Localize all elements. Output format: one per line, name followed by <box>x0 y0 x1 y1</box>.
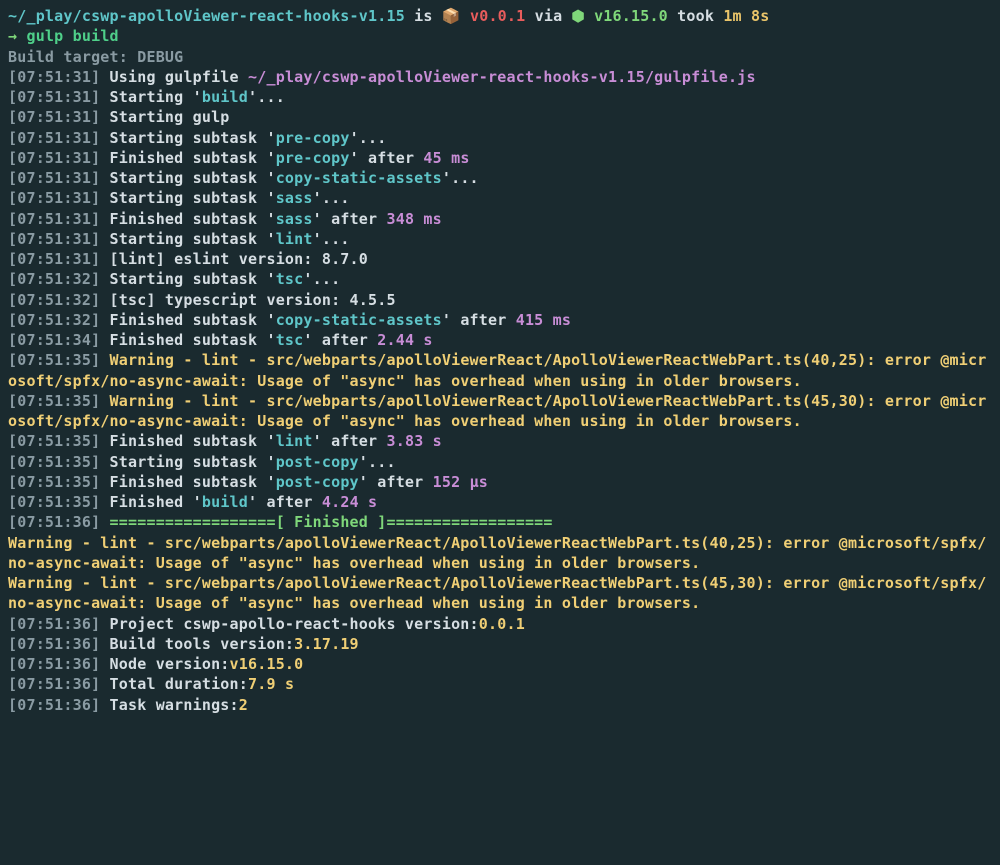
log-line: [07:51:31] Starting subtask 'copy-static… <box>8 168 992 188</box>
task-name: lint <box>276 432 313 450</box>
prompt-duration: 1m 8s <box>723 7 769 25</box>
node-version: v16.15.0 <box>594 7 668 25</box>
summary-value: 2 <box>239 696 248 714</box>
warning-line: [07:51:35] Warning - lint - src/webparts… <box>8 350 992 391</box>
timestamp: [07:51:32] <box>8 291 100 309</box>
prompt-path: ~/_play/cswp-apolloViewer-react-hooks-v1… <box>8 7 405 25</box>
task-name: pre-copy <box>276 149 350 167</box>
timestamp: [07:51:31] <box>8 88 100 106</box>
log-line: [07:51:31] Finished subtask 'sass' after… <box>8 209 992 229</box>
gulpfile-path: ~/_play/cswp-apolloViewer-react-hooks-v1… <box>248 68 756 86</box>
duration: 3.83 s <box>387 432 442 450</box>
prompt-line: ~/_play/cswp-apolloViewer-react-hooks-v1… <box>8 6 992 26</box>
log-line: [07:51:31] Starting 'build'... <box>8 87 992 107</box>
task-name: pre-copy <box>276 129 350 147</box>
terminal-output: ~/_play/cswp-apolloViewer-react-hooks-v1… <box>8 6 992 715</box>
log-line: [07:51:32] [tsc] typescript version: 4.5… <box>8 290 992 310</box>
timestamp: [07:51:36] <box>8 615 100 633</box>
timestamp: [07:51:34] <box>8 331 100 349</box>
task-name: build <box>202 88 248 106</box>
summary-value: 3.17.19 <box>294 635 359 653</box>
task-name: copy-static-assets <box>276 311 442 329</box>
log-line: [07:51:31] Starting subtask 'sass'... <box>8 188 992 208</box>
log-line: [07:51:35] Finished 'build' after 4.24 s <box>8 492 992 512</box>
gulp-log: [07:51:31] Using gulpfile ~/_play/cswp-a… <box>8 67 992 351</box>
timestamp: [07:51:31] <box>8 129 100 147</box>
duration: 415 ms <box>516 311 571 329</box>
command-text: gulp build <box>26 27 118 45</box>
timestamp: [07:51:32] <box>8 311 100 329</box>
summary-line: [07:51:36] Node version:v16.15.0 <box>8 654 992 674</box>
log-line: [07:51:35] Starting subtask 'post-copy'.… <box>8 452 992 472</box>
log-line: [07:51:32] Starting subtask 'tsc'... <box>8 269 992 289</box>
summary-line: [07:51:36] Total duration:7.9 s <box>8 674 992 694</box>
final-warning: Warning - lint - src/webparts/apolloView… <box>8 533 992 574</box>
task-name: post-copy <box>276 453 359 471</box>
package-version: v0.0.1 <box>470 7 525 25</box>
timestamp: [07:51:36] <box>8 655 100 673</box>
log-line: [07:51:31] Using gulpfile ~/_play/cswp-a… <box>8 67 992 87</box>
timestamp: [07:51:36] <box>8 696 100 714</box>
task-name: post-copy <box>276 473 359 491</box>
log-line: [07:51:34] Finished subtask 'tsc' after … <box>8 330 992 350</box>
gulp-log: [07:51:35] Finished subtask 'lint' after… <box>8 431 992 512</box>
duration: 4.24 s <box>322 493 377 511</box>
duration: 152 μs <box>433 473 488 491</box>
timestamp: [07:51:35] <box>8 493 100 511</box>
log-line: [07:51:31] Starting gulp <box>8 107 992 127</box>
package-icon: 📦 <box>442 7 470 25</box>
final-warning: Warning - lint - src/webparts/apolloView… <box>8 573 992 614</box>
task-name: lint <box>276 230 313 248</box>
build-summary: [07:51:36] Project cswp-apollo-react-hoo… <box>8 614 992 715</box>
timestamp: [07:51:36] <box>8 675 100 693</box>
timestamp: [07:51:35] <box>8 432 100 450</box>
timestamp: [07:51:36] <box>8 635 100 653</box>
task-name: build <box>202 493 248 511</box>
duration: 348 ms <box>387 210 442 228</box>
warning-line: [07:51:35] Warning - lint - src/webparts… <box>8 391 992 432</box>
node-icon: ⬢ <box>572 7 595 25</box>
log-line: [07:51:31] Starting subtask 'pre-copy'..… <box>8 128 992 148</box>
build-target: Build target: DEBUG <box>8 47 992 67</box>
task-name: sass <box>276 210 313 228</box>
task-name: tsc <box>276 331 304 349</box>
timestamp: [07:51:32] <box>8 270 100 288</box>
prompt-arrow: → <box>8 27 26 45</box>
log-line: [07:51:35] Finished subtask 'lint' after… <box>8 431 992 451</box>
timestamp: [07:51:35] <box>8 473 100 491</box>
timestamp: [07:51:31] <box>8 250 100 268</box>
timestamp: [07:51:31] <box>8 189 100 207</box>
command-line[interactable]: → gulp build <box>8 26 992 46</box>
duration: 45 ms <box>423 149 469 167</box>
summary-value: 0.0.1 <box>479 615 525 633</box>
summary-value: 7.9 s <box>248 675 294 693</box>
timestamp: [07:51:31] <box>8 149 100 167</box>
summary-line: [07:51:36] Project cswp-apollo-react-hoo… <box>8 614 992 634</box>
log-line: [07:51:31] Starting subtask 'lint'... <box>8 229 992 249</box>
timestamp: [07:51:31] <box>8 210 100 228</box>
log-line: [07:51:31] Finished subtask 'pre-copy' a… <box>8 148 992 168</box>
timestamp: [07:51:31] <box>8 169 100 187</box>
log-line: [07:51:35] Finished subtask 'post-copy' … <box>8 472 992 492</box>
timestamp: [07:51:31] <box>8 108 100 126</box>
task-name: copy-static-assets <box>276 169 442 187</box>
duration: 2.44 s <box>377 331 432 349</box>
log-line: [07:51:32] Finished subtask 'copy-static… <box>8 310 992 330</box>
timestamp: [07:51:31] <box>8 230 100 248</box>
task-name: sass <box>276 189 313 207</box>
summary-value: v16.15.0 <box>230 655 304 673</box>
timestamp: [07:51:35] <box>8 453 100 471</box>
finished-divider: [07:51:36] ==================[ Finished … <box>8 512 992 532</box>
summary-line: [07:51:36] Task warnings:2 <box>8 695 992 715</box>
task-name: tsc <box>276 270 304 288</box>
log-line: [07:51:31] [lint] eslint version: 8.7.0 <box>8 249 992 269</box>
summary-line: [07:51:36] Build tools version:3.17.19 <box>8 634 992 654</box>
timestamp: [07:51:31] <box>8 68 100 86</box>
